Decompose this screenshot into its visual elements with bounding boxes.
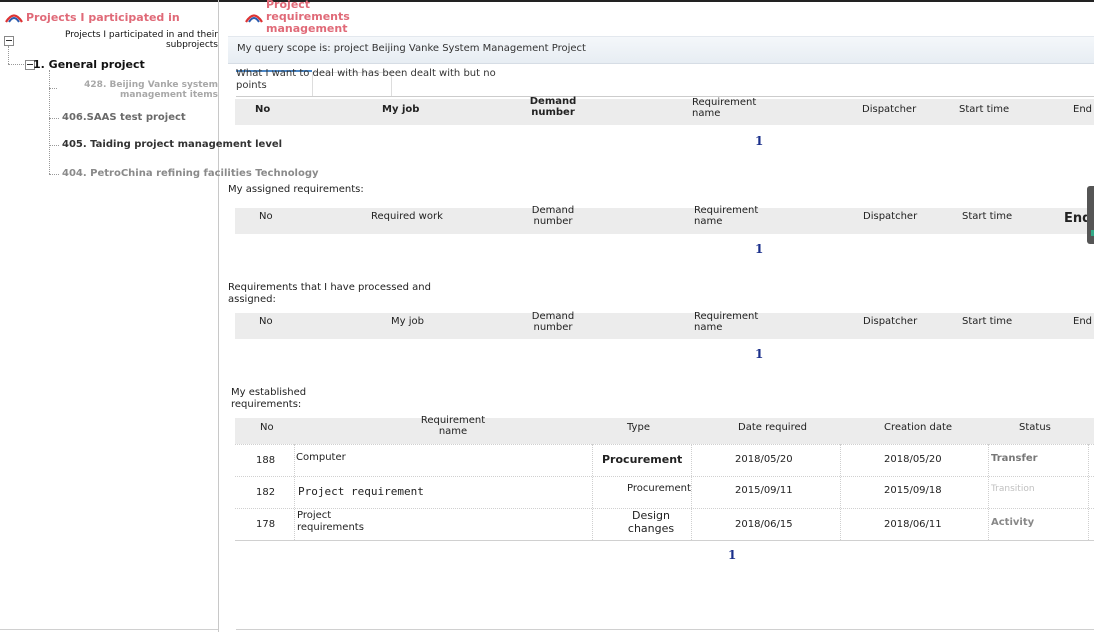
left-panel-header: Projects I participated in: [0, 6, 218, 28]
cell-type: Procurement: [627, 483, 691, 494]
todo-pager[interactable]: 1: [755, 134, 763, 148]
column-header-demand-number[interactable]: Demand number: [527, 96, 579, 118]
query-scope-text: My query scope is: project Beijing Vanke…: [237, 43, 586, 54]
column-header-job[interactable]: My job: [391, 316, 424, 327]
column-header-requirement-name[interactable]: Requirement name: [692, 97, 762, 119]
right-panel-header: Project requirements management: [240, 0, 396, 35]
processed-grid-header: No My job Demand number Requirement name…: [235, 311, 1094, 339]
column-header-job[interactable]: My job: [382, 104, 419, 115]
tree-connector: [49, 174, 59, 175]
cell-date-required: 2015/09/11: [735, 485, 793, 496]
cell-requirement-name[interactable]: Project requirements: [297, 510, 387, 534]
column-header-end[interactable]: End: [1073, 316, 1092, 327]
right-panel-title: Project requirements management: [266, 0, 350, 35]
column-header-start-time[interactable]: Start time: [959, 104, 1009, 115]
tree-node-vanke[interactable]: 428. Beijing Vanke system management ite…: [40, 80, 218, 100]
cell-date-required: 2018/05/20: [735, 454, 793, 465]
cell-no: 188: [256, 455, 276, 466]
tree-connector: [49, 145, 59, 146]
tree-root-label[interactable]: Projects I participated in and their sub…: [40, 30, 218, 50]
cell-creation-date: 2018/06/11: [884, 519, 942, 530]
cell-type: Procurement: [602, 453, 683, 466]
column-header-start-time[interactable]: Start time: [962, 316, 1012, 327]
cell-requirement-name[interactable]: Project requirement: [298, 485, 424, 498]
cell-requirement-name[interactable]: Computer: [296, 452, 346, 463]
cell-type: Design changes: [627, 509, 675, 535]
cell-creation-date: 2015/09/18: [884, 485, 942, 496]
tree-connector: [8, 46, 9, 64]
column-header-end[interactable]: End: [1073, 104, 1092, 115]
table-row[interactable]: 178 Project requirements Design changes …: [235, 508, 1094, 541]
column-header-dispatcher[interactable]: Dispatcher: [862, 104, 916, 115]
tab-strip-border: [236, 96, 1094, 97]
established-grid-header: No Requirement name Type Date required C…: [235, 415, 1094, 444]
established-requirements-table: 188 Computer Procurement 2018/05/20 2018…: [235, 444, 1094, 541]
assigned-section-title: My assigned requirements:: [228, 184, 364, 195]
processed-pager[interactable]: 1: [755, 347, 763, 361]
column-divider: [988, 444, 989, 540]
column-header-requirement-name[interactable]: Requirement name: [694, 205, 764, 227]
processed-section-title: Requirements that I have processed and a…: [228, 282, 431, 305]
column-header-dispatcher[interactable]: Dispatcher: [863, 211, 917, 222]
column-divider: [592, 444, 593, 540]
column-header-requirement-name[interactable]: Requirement name: [694, 311, 764, 333]
cell-creation-date: 2018/05/20: [884, 454, 942, 465]
company-logo-icon: [245, 14, 263, 23]
column-header-status[interactable]: Status: [1019, 422, 1051, 433]
assigned-pager[interactable]: 1: [755, 242, 763, 256]
column-header-no[interactable]: No: [255, 104, 270, 115]
table-row[interactable]: 182 Project requirement Procurement 2015…: [235, 476, 1094, 509]
column-header-no[interactable]: No: [259, 316, 273, 327]
cell-status: Activity: [991, 517, 1035, 528]
tree-connector: [49, 118, 59, 119]
cell-no: 178: [256, 519, 276, 530]
bottom-border: [0, 629, 218, 630]
column-header-creation-date[interactable]: Creation date: [884, 422, 952, 433]
assigned-grid-header: No Required work Demand number Requireme…: [235, 205, 1094, 234]
column-header-demand-number[interactable]: Demand number: [527, 311, 579, 333]
table-row[interactable]: 188 Computer Procurement 2018/05/20 2018…: [235, 444, 1094, 477]
query-scope-bar: My query scope is: project Beijing Vanke…: [228, 36, 1094, 64]
column-header-no[interactable]: No: [260, 422, 274, 433]
column-header-start-time[interactable]: Start time: [962, 211, 1012, 222]
todo-grid-header: No My job Demand number Requirement name…: [235, 96, 1094, 125]
column-header-dispatcher[interactable]: Dispatcher: [863, 316, 917, 327]
left-panel-title: Projects I participated in: [26, 10, 180, 24]
cell-no: 182: [256, 487, 276, 498]
column-divider: [1088, 444, 1089, 540]
established-section-title: My established requirements:: [231, 387, 307, 410]
column-header-requirement-name[interactable]: Requirement name: [413, 415, 493, 437]
company-logo-icon: [5, 14, 23, 23]
column-divider: [840, 444, 841, 540]
established-pager[interactable]: 1: [728, 548, 736, 562]
bottom-border: [236, 629, 1094, 630]
column-divider: [691, 444, 692, 540]
cell-date-required: 2018/06/15: [735, 519, 793, 530]
cell-status: Transition: [991, 484, 1035, 494]
column-divider: [294, 444, 295, 540]
column-header-demand-number[interactable]: Demand number: [527, 205, 579, 227]
tree-node-taiding[interactable]: 405. Taiding project management level: [62, 139, 282, 150]
tree-node-saas[interactable]: 406.SAAS test project: [62, 112, 186, 123]
column-header-type[interactable]: Type: [627, 422, 650, 433]
column-header-required-work[interactable]: Required work: [371, 211, 443, 222]
column-header-date-required[interactable]: Date required: [738, 422, 807, 433]
panel-divider[interactable]: [218, 0, 219, 632]
tab-todo[interactable]: What I want to deal with has been dealt …: [236, 68, 496, 92]
cell-status: Transfer: [991, 453, 1038, 464]
tree-node-petrochina[interactable]: 404. PetroChina refining facilities Tech…: [62, 168, 319, 179]
collapse-root-icon[interactable]: [4, 36, 14, 46]
column-header-no[interactable]: No: [259, 211, 273, 222]
scrollbar-handle[interactable]: [1087, 186, 1094, 244]
tree-connector: [8, 64, 26, 65]
